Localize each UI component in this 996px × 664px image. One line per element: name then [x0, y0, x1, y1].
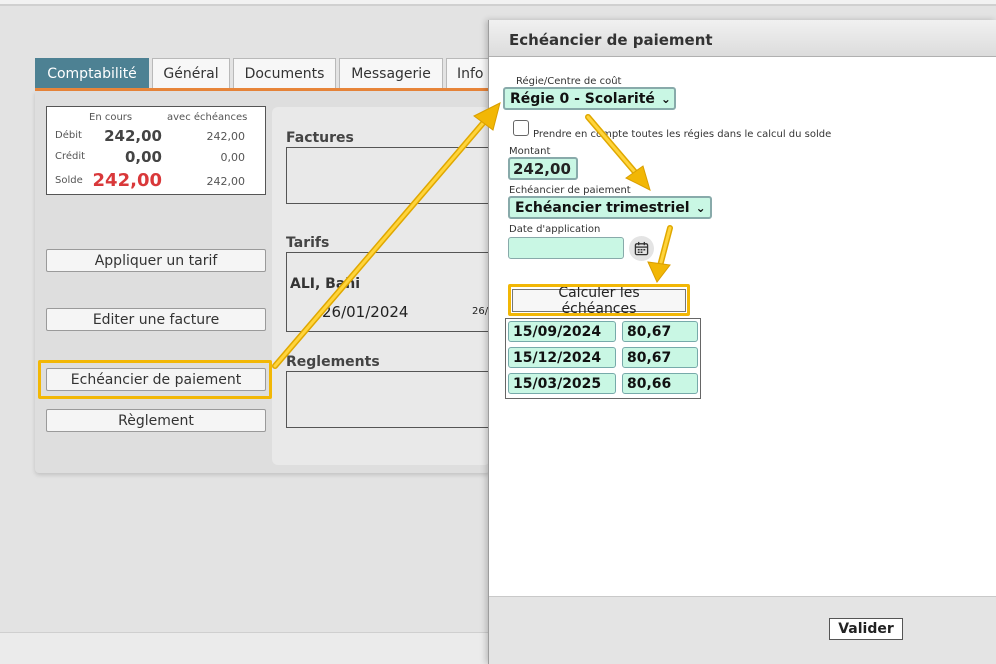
schedule-type-value: Echéancier trimestriel	[515, 199, 690, 216]
balance-summary: En cours avec échéances Débit 242,00 242…	[46, 106, 266, 195]
calculate-installments-button[interactable]: Calculer les échéances	[512, 285, 686, 317]
solde-current: 242,00	[92, 170, 162, 191]
all-regies-label: Prendre en compte toutes les régies dans…	[533, 129, 832, 140]
credit-label: Crédit	[55, 151, 86, 162]
payments-title: Reglements	[286, 354, 380, 370]
dialog-footer	[489, 596, 996, 664]
solde-label: Solde	[55, 175, 83, 186]
credit-schedule: 0,00	[220, 151, 246, 164]
installment-amount[interactable]: 80,67	[622, 347, 698, 368]
chevron-down-icon: ⌄	[660, 91, 671, 106]
debit-current: 242,00	[104, 127, 162, 145]
balance-col-schedule: avec échéances	[167, 112, 248, 123]
tariffs-title: Tarifs	[286, 235, 330, 251]
application-date-input[interactable]	[508, 237, 624, 259]
regie-label: Régie/Centre de coût	[516, 76, 622, 87]
debit-label: Débit	[55, 130, 82, 141]
tab-comptabilite[interactable]: Comptabilité	[35, 58, 149, 89]
tab-general[interactable]: Général	[152, 58, 230, 89]
dialog-header: Echéancier de paiement	[489, 20, 996, 57]
window-top-strip	[0, 0, 996, 6]
payments-box	[286, 371, 490, 428]
installment-date[interactable]: 15/03/2025	[508, 373, 616, 394]
payment-button[interactable]: Règlement	[46, 409, 266, 432]
credit-current: 0,00	[124, 148, 162, 166]
regie-select[interactable]: Régie 0 - Scolarité ⌄	[503, 87, 676, 110]
solde-schedule: 242,00	[206, 175, 246, 188]
tariff-person-name: ALI, Bahi	[290, 276, 361, 292]
tab-label: Documents	[244, 66, 325, 82]
calendar-button[interactable]	[629, 236, 654, 261]
chevron-down-icon: ⌄	[695, 200, 706, 215]
regie-select-value: Régie 0 - Scolarité	[510, 90, 655, 107]
invoices-box	[286, 147, 490, 204]
calendar-icon	[634, 241, 649, 256]
payment-schedule-button[interactable]: Echéancier de paiement	[46, 368, 266, 391]
schedule-type-label: Echéancier de paiement	[509, 185, 631, 196]
application-date-label: Date d'application	[509, 224, 601, 235]
tab-label: Messagerie	[351, 66, 431, 82]
installment-amount[interactable]: 80,67	[622, 321, 698, 342]
apply-tariff-button[interactable]: Appliquer un tarif	[46, 249, 266, 272]
all-regies-checkbox[interactable]	[513, 120, 529, 136]
tab-label: Général	[163, 66, 219, 82]
tab-messagerie[interactable]: Messagerie	[339, 58, 443, 89]
edit-invoice-button[interactable]: Editer une facture	[46, 308, 266, 331]
tab-label: Info	[457, 66, 484, 82]
installment-date[interactable]: 15/09/2024	[508, 321, 616, 342]
installment-amount[interactable]: 80,66	[622, 373, 698, 394]
tab-documents[interactable]: Documents	[233, 58, 336, 89]
amount-label: Montant	[509, 146, 551, 157]
amount-field[interactable]: 242,00	[508, 157, 578, 180]
installment-date[interactable]: 15/12/2024	[508, 347, 616, 368]
validate-button[interactable]: Valider	[829, 618, 903, 640]
tab-info[interactable]: Info	[446, 58, 490, 89]
schedule-type-select[interactable]: Echéancier trimestriel ⌄	[508, 196, 712, 219]
tariff-date: 26/01/2024	[322, 303, 409, 321]
tariff-date-end: 26/	[472, 306, 489, 317]
balance-col-current: En cours	[89, 112, 133, 123]
dialog-title: Echéancier de paiement	[509, 31, 713, 49]
debit-schedule: 242,00	[206, 130, 246, 143]
invoices-title: Factures	[286, 130, 354, 146]
tab-label: Comptabilité	[47, 66, 137, 82]
